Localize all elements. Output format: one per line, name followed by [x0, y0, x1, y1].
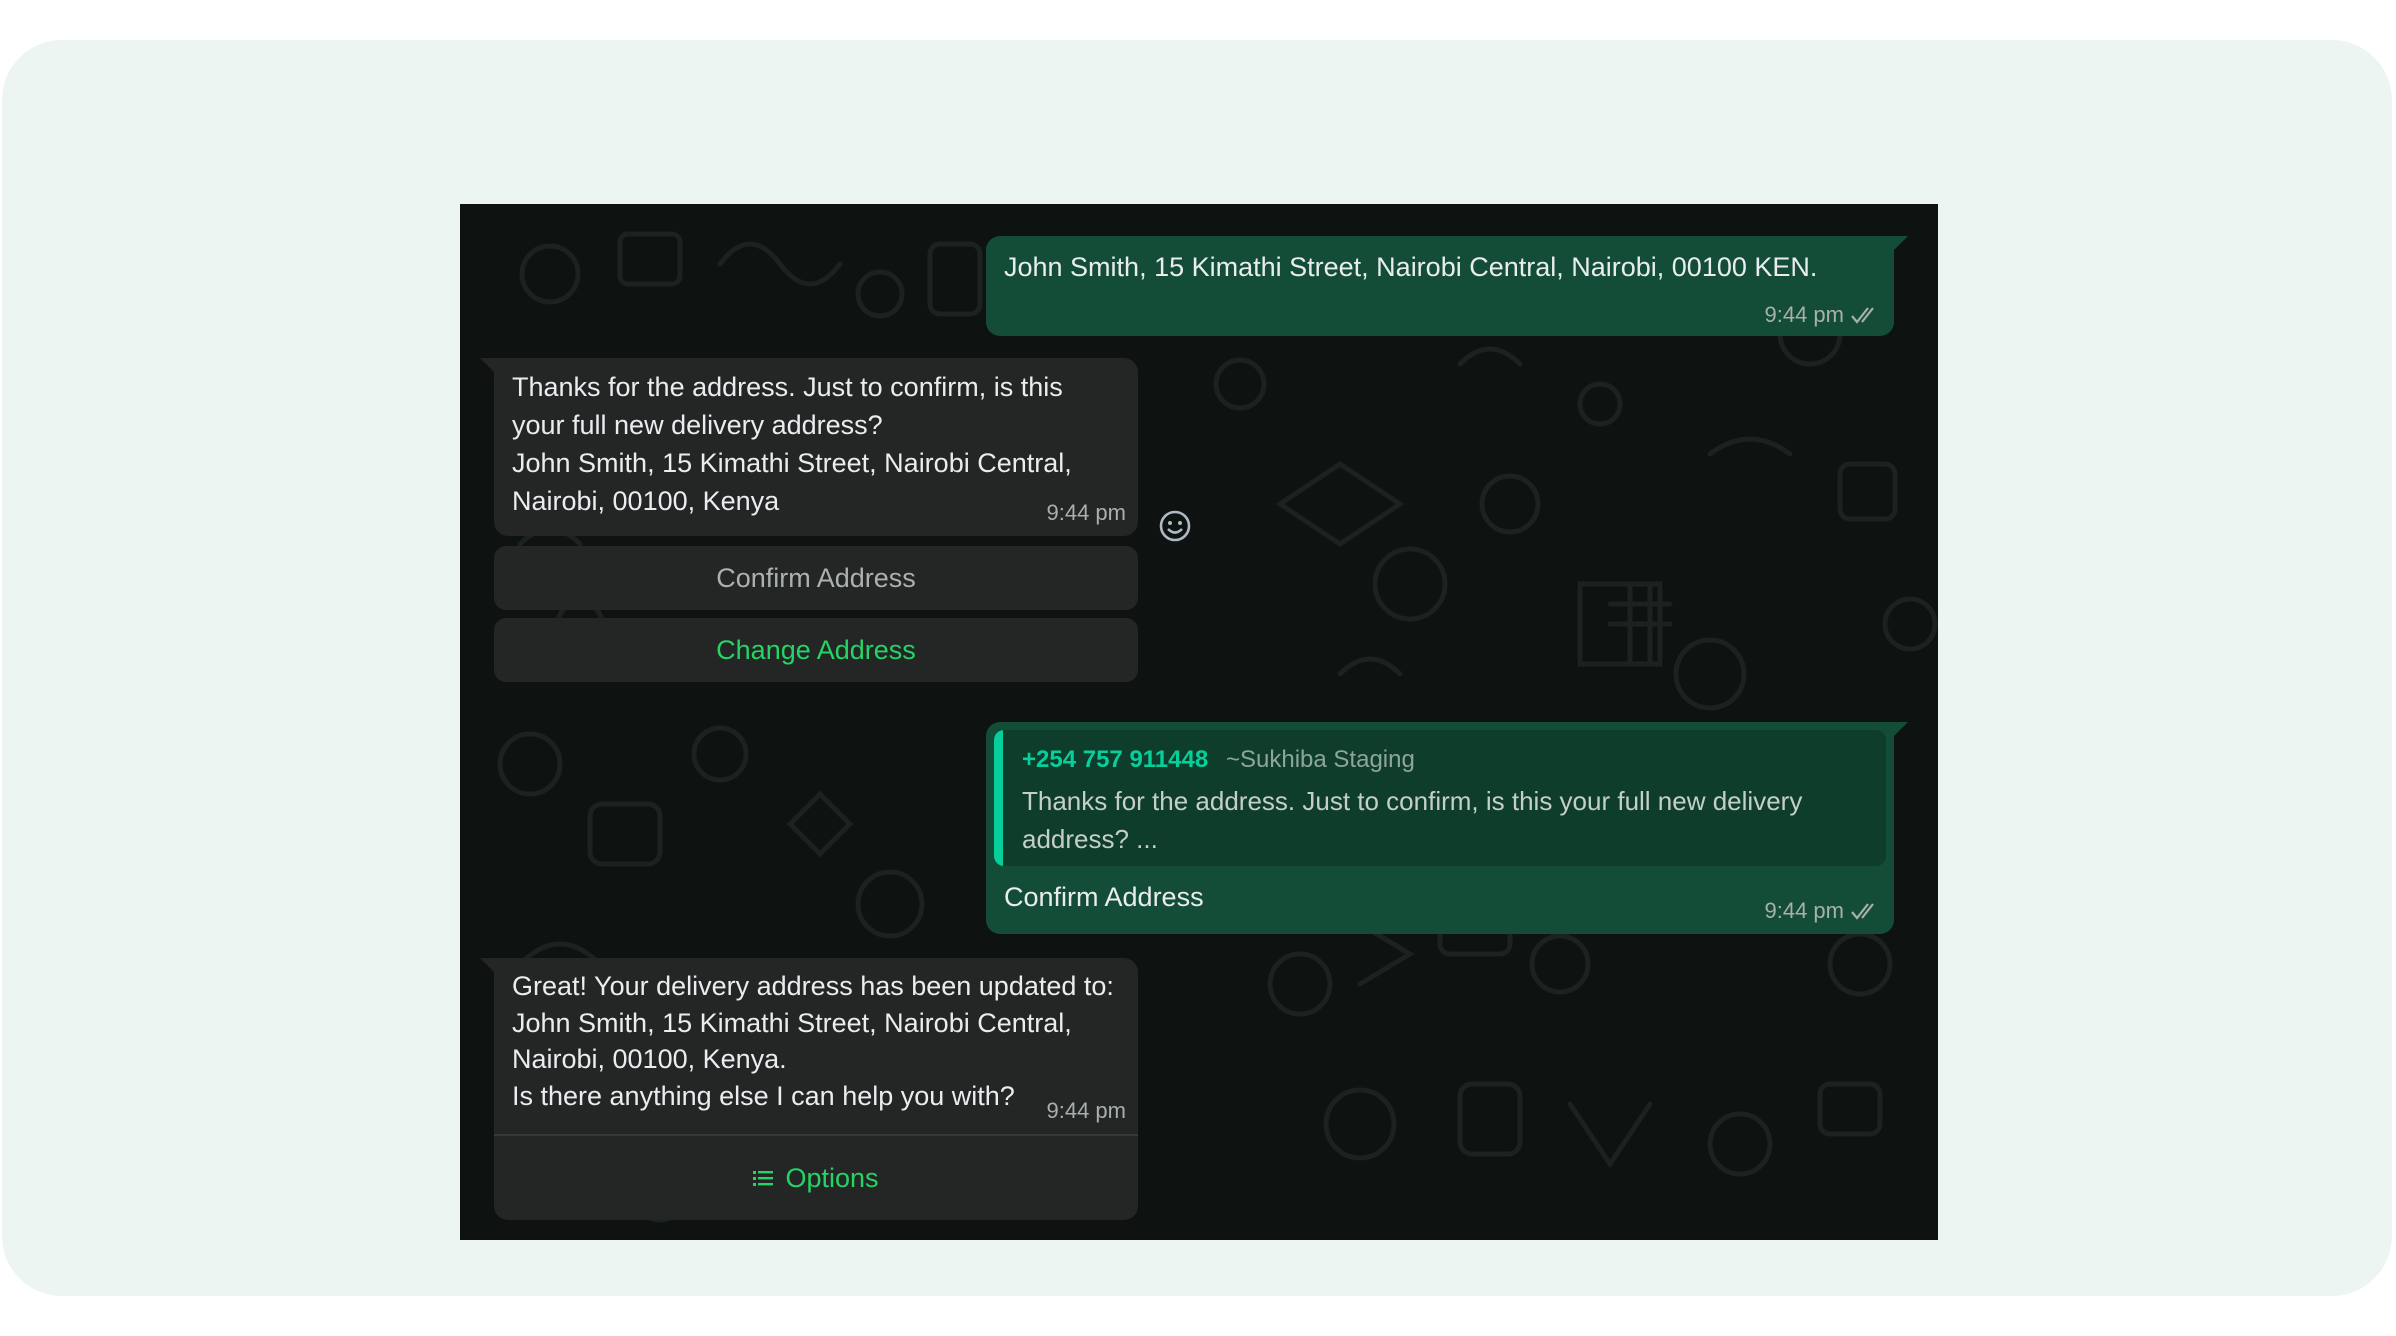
message-time: 9:44 pm — [1046, 500, 1127, 525]
list-icon — [753, 1171, 774, 1186]
button-label: Confirm Address — [716, 562, 916, 593]
emoji-reaction-icon — [1159, 510, 1191, 542]
quote-accent-bar — [994, 730, 1003, 866]
message-text: Great! Your delivery address has been up… — [512, 971, 1114, 1111]
quoted-message[interactable]: +254 757 911448 ~Sukhiba Staging Thanks … — [994, 730, 1886, 866]
incoming-message-address-updated: Great! Your delivery address has been up… — [480, 958, 1138, 1220]
outgoing-message-quoted-reply: +254 757 911448 ~Sukhiba Staging Thanks … — [986, 722, 1908, 934]
double-check-icon — [1851, 307, 1874, 324]
confirm-address-button[interactable]: Confirm Address — [494, 546, 1138, 610]
double-check-icon — [1851, 903, 1874, 920]
page-card: John Smith, 15 Kimathi Street, Nairobi C… — [2, 40, 2392, 1296]
outgoing-message-address: John Smith, 15 Kimathi Street, Nairobi C… — [986, 236, 1908, 336]
message-text: Confirm Address — [1004, 882, 1204, 912]
message-time: 9:44 pm — [1764, 898, 1845, 923]
bubble-tail — [480, 358, 494, 372]
bubble-tail — [480, 958, 494, 972]
message-time: 9:44 pm — [1046, 1098, 1127, 1123]
emoji-reaction-button[interactable] — [1157, 508, 1193, 544]
message-text: Thanks for the address. Just to confirm,… — [512, 372, 1072, 516]
bubble-tail — [1894, 722, 1908, 736]
button-label: Change Address — [716, 634, 916, 665]
options-label: Options — [785, 1162, 879, 1193]
message-text: John Smith, 15 Kimathi Street, Nairobi C… — [1004, 252, 1818, 282]
quote-sender-phone: +254 757 911448 — [1022, 746, 1209, 773]
message-time: 9:44 pm — [1764, 302, 1845, 327]
quote-text: Thanks for the address. Just to confirm,… — [1022, 786, 1803, 854]
incoming-message-confirm-address: Thanks for the address. Just to confirm,… — [480, 358, 1138, 536]
change-address-button[interactable]: Change Address — [494, 618, 1138, 682]
divider — [494, 1134, 1138, 1136]
chat-panel: John Smith, 15 Kimathi Street, Nairobi C… — [460, 204, 1938, 1240]
bubble-tail — [1894, 236, 1908, 250]
options-button[interactable]: Options — [494, 1138, 1138, 1218]
quote-sender-name: ~Sukhiba Staging — [1226, 746, 1415, 773]
